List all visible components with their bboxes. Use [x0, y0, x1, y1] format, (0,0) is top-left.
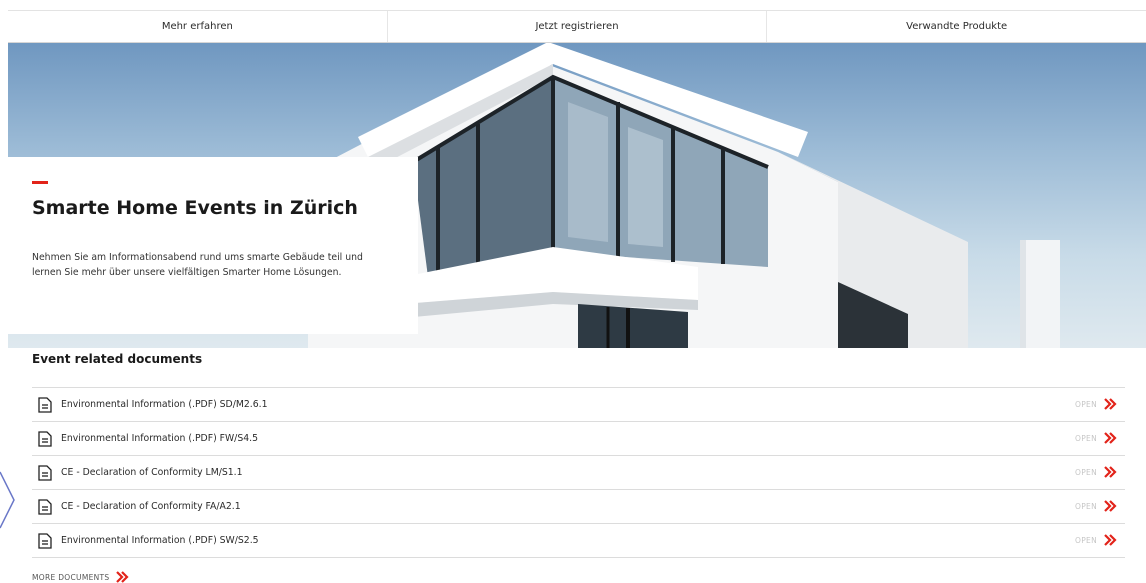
double-chevron-right-icon[interactable]: [1103, 533, 1117, 547]
document-label: Environmental Information (.PDF) FW/S4.5: [61, 433, 259, 444]
double-chevron-right-icon[interactable]: [1103, 499, 1117, 513]
hero-description: Nehmen Sie am Informationsabend rund ums…: [32, 252, 363, 278]
tab-verwandte-produkte[interactable]: Verwandte Produkte: [766, 11, 1146, 42]
document-icon: [38, 498, 52, 515]
documents-heading: Event related documents: [32, 352, 203, 366]
tab-jetzt-registrieren[interactable]: Jetzt registrieren: [386, 11, 767, 42]
document-row[interactable]: Environmental Information (.PDF) SD/M2.6…: [32, 388, 1125, 422]
more-documents-link[interactable]: MORE DOCUMENTS: [32, 571, 130, 583]
document-icon: [38, 464, 52, 481]
document-label: CE - Declaration of Conformity FA/A2.1: [61, 501, 241, 512]
document-label: Environmental Information (.PDF) SW/S2.5: [61, 535, 259, 546]
more-documents-label: MORE DOCUMENTS: [32, 572, 110, 582]
hero-card: Smarte Home Events in Zürich Nehmen Sie …: [8, 157, 418, 334]
document-icon: [38, 532, 52, 549]
document-icon: [38, 430, 52, 447]
document-row[interactable]: Environmental Information (.PDF) SW/S2.5…: [32, 524, 1125, 558]
open-label[interactable]: OPEN: [1075, 536, 1097, 545]
decorative-line: [0, 471, 15, 529]
double-chevron-right-icon: [116, 571, 130, 583]
page-title: Smarte Home Events in Zürich: [32, 197, 358, 219]
double-chevron-right-icon[interactable]: [1103, 431, 1117, 445]
document-row[interactable]: CE - Declaration of Conformity FA/A2.1 O…: [32, 490, 1125, 524]
document-label: Environmental Information (.PDF) SD/M2.6…: [61, 399, 268, 410]
open-label[interactable]: OPEN: [1075, 502, 1097, 511]
document-label: CE - Declaration of Conformity LM/S1.1: [61, 467, 243, 478]
double-chevron-right-icon[interactable]: [1103, 465, 1117, 479]
open-label[interactable]: OPEN: [1075, 400, 1097, 409]
document-row[interactable]: Environmental Information (.PDF) FW/S4.5…: [32, 422, 1125, 456]
section-tabs: Mehr erfahren Jetzt registrieren Verwand…: [8, 10, 1146, 43]
accent-bar: [32, 181, 48, 184]
documents-list: Environmental Information (.PDF) SD/M2.6…: [32, 387, 1125, 558]
document-icon: [38, 396, 52, 413]
open-label[interactable]: OPEN: [1075, 434, 1097, 443]
double-chevron-right-icon[interactable]: [1103, 397, 1117, 411]
open-label[interactable]: OPEN: [1075, 468, 1097, 477]
document-row[interactable]: CE - Declaration of Conformity LM/S1.1 O…: [32, 456, 1125, 490]
tab-mehr-erfahren[interactable]: Mehr erfahren: [8, 11, 387, 42]
